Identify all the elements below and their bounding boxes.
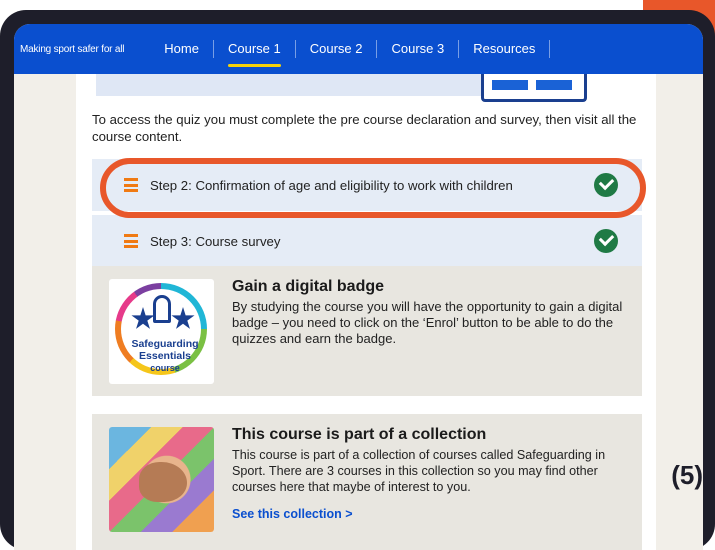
badge-card-text: By studying the course you will have the… [232, 299, 623, 346]
check-circle-icon [594, 229, 618, 253]
list-icon [124, 177, 138, 193]
top-nav-bar: Making sport safer for all Home Course 1… [14, 24, 703, 74]
collection-card-text: This course is part of a collection of c… [232, 448, 606, 494]
step-2-label: Step 2: Confirmation of age and eligibil… [150, 177, 513, 193]
see-collection-link[interactable]: See this collection > [232, 507, 353, 521]
nav-course-2[interactable]: Course 2 [296, 40, 378, 58]
intro-text: To access the quiz you must complete the… [92, 112, 637, 144]
nav-resources[interactable]: Resources [459, 40, 551, 58]
step-2-row[interactable]: Step 2: Confirmation of age and eligibil… [92, 159, 642, 211]
page-number: (5) [671, 460, 703, 490]
nav-home[interactable]: Home [150, 40, 214, 58]
nav-course-3[interactable]: Course 3 [377, 40, 460, 58]
hands-together-image [109, 427, 214, 532]
badge-text-line2: Essentials [139, 350, 191, 362]
main-content: To access the quiz you must complete the… [76, 74, 656, 550]
screen: Making sport safer for all Home Course 1… [14, 24, 703, 550]
step-3-label: Step 3: Course survey [150, 233, 281, 249]
badge-card-title: Gain a digital badge [232, 278, 385, 295]
safeguarding-badge-image: Safeguarding Essentials course [109, 279, 214, 384]
list-icon [124, 233, 138, 249]
digital-badge-card: Safeguarding Essentials course Gain a di… [92, 266, 642, 396]
device-frame: Making sport safer for all Home Course 1… [0, 10, 715, 550]
badge-text-line3: course [150, 363, 180, 373]
calendar-icon [481, 74, 587, 102]
person-icon [153, 295, 171, 323]
step-3-row[interactable]: Step 3: Course survey [92, 215, 642, 267]
collection-card-title: This course is part of a collection [232, 426, 487, 443]
nav-course-1[interactable]: Course 1 [214, 40, 296, 67]
brand-tagline: Making sport safer for all [20, 43, 125, 55]
badge-text-line1: Safeguarding [131, 338, 199, 350]
check-circle-icon [594, 173, 618, 197]
